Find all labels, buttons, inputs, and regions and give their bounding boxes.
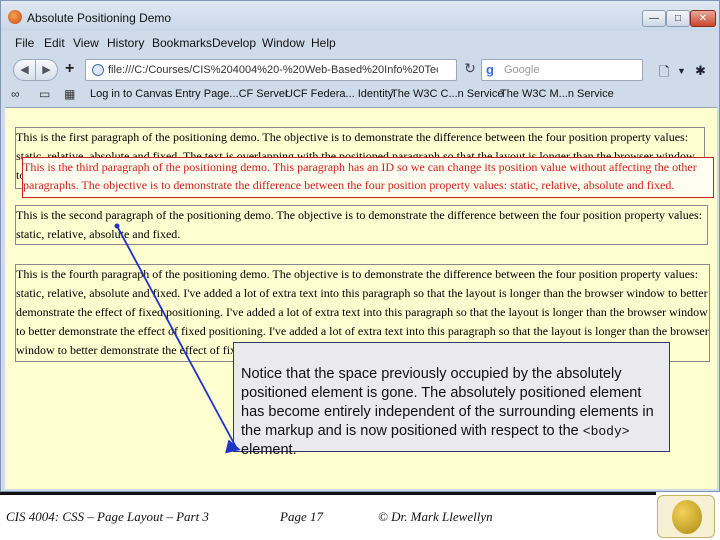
third-paragraph-absolute: This is the third paragraph of the posit… — [22, 157, 714, 198]
bookmarks-bar: ∞ ▭ ▦ Log in to Canvas Entry Page...CF S… — [1, 84, 719, 106]
menu-bar: File Edit View History Bookmarks Develop… — [1, 33, 719, 53]
back-button[interactable]: ◀ — [13, 59, 36, 81]
footer-page: Page 17 — [280, 509, 323, 524]
close-button[interactable]: ✕ — [690, 10, 716, 27]
pegasus-logo-icon — [672, 500, 702, 534]
new-tab-button[interactable]: + — [65, 60, 74, 78]
reader-glasses-icon[interactable]: ∞ — [11, 87, 20, 101]
reload-icon[interactable]: ↻ — [461, 60, 479, 80]
menu-view[interactable]: View — [73, 36, 99, 50]
firefox-icon — [8, 10, 22, 24]
footer-author: © Dr. Mark Llewellyn — [378, 509, 493, 524]
bookmark-item[interactable]: UCF Federa... Identity — [285, 88, 393, 100]
navigation-toolbar: ◀ ▶ + file:///C:/Courses/CIS%204004%20-%… — [1, 55, 719, 85]
notice-text-end: element. — [241, 442, 297, 458]
globe-icon — [92, 64, 104, 76]
search-input[interactable]: Google — [504, 64, 539, 76]
grid-icon[interactable]: ▦ — [64, 87, 75, 101]
menu-develop[interactable]: Develop — [212, 36, 256, 50]
minimize-button[interactable]: — — [642, 10, 666, 27]
menu-bookmarks[interactable]: Bookmarks — [152, 36, 212, 50]
bookmark-item[interactable]: The W3C M...n Service — [500, 88, 614, 100]
bookmark-item[interactable]: Entry Page...CF Server — [175, 88, 289, 100]
forward-button[interactable]: ▶ — [35, 59, 58, 81]
slide-footer: CIS 4004: CSS – Page Layout – Part 3 Pag… — [0, 492, 720, 540]
bookmark-item[interactable]: The W3C C...n Service — [391, 88, 503, 100]
address-text[interactable]: file:///C:/Courses/CIS%204004%20-%20Web-… — [108, 64, 438, 76]
google-icon: g — [486, 62, 494, 77]
footer-rule — [0, 492, 656, 495]
notice-code: <body> — [582, 424, 630, 439]
menu-help[interactable]: Help — [311, 36, 336, 50]
book-icon[interactable]: ▭ — [39, 87, 50, 101]
ucf-logo — [657, 495, 715, 538]
footer-course: CIS 4004: CSS – Page Layout – Part 3 — [6, 509, 209, 524]
settings-icon[interactable]: ✱ — [695, 63, 706, 79]
menu-window[interactable]: Window — [262, 36, 305, 50]
bookmark-item[interactable]: Log in to Canvas — [90, 88, 173, 100]
maximize-button[interactable]: □ — [666, 10, 690, 27]
menu-edit[interactable]: Edit — [44, 36, 65, 50]
address-bar[interactable]: file:///C:/Courses/CIS%204004%20-%20Web-… — [85, 59, 457, 81]
menu-file[interactable]: File — [15, 36, 34, 50]
page-icon[interactable]: 🗋 — [659, 63, 669, 85]
menu-history[interactable]: History — [107, 36, 144, 50]
second-paragraph: This is the second paragraph of the posi… — [15, 205, 708, 245]
chevron-down-icon[interactable]: ▼ — [677, 66, 686, 76]
window-title: Absolute Positioning Demo — [27, 11, 172, 25]
title-bar: Absolute Positioning Demo — □ ✕ — [1, 1, 719, 31]
search-box[interactable]: g Google — [481, 59, 643, 81]
notice-callout: Notice that the space previously occupie… — [233, 342, 670, 458]
